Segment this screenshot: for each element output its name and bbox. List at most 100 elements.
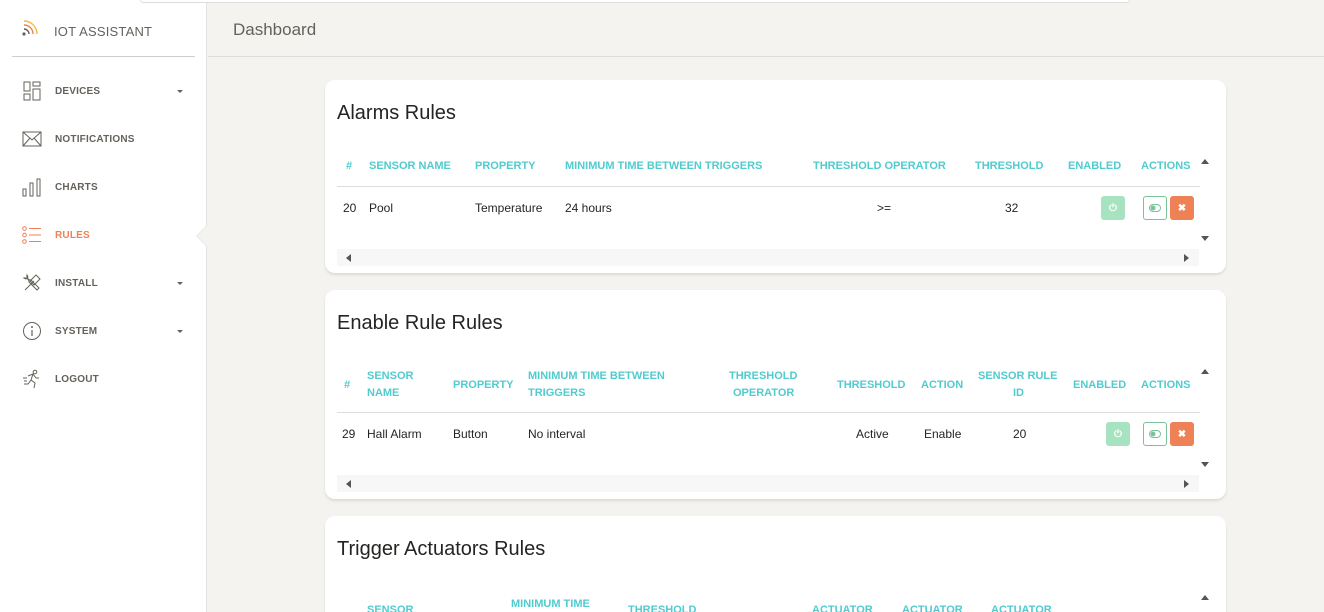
column-header: ACTION <box>921 379 964 391</box>
row-threshold-operator: >= <box>877 201 892 215</box>
card-title: Enable Rule Rules <box>337 312 503 334</box>
column-header: THRESHOLD <box>975 160 1044 172</box>
sidebar-item-label: INSTALL <box>55 277 98 289</box>
column-header: ACTUATOR <box>902 604 963 612</box>
scroll-left-arrow[interactable] <box>346 480 351 488</box>
column-header: ACTUATOR <box>812 604 873 612</box>
row-min-time: 24 hours <box>565 201 612 215</box>
info-icon <box>20 319 44 343</box>
row-id: 29 <box>342 427 356 441</box>
column-header: # <box>346 160 353 172</box>
power-icon: ⏻ <box>1114 428 1122 440</box>
close-icon: ✖ <box>1177 428 1187 440</box>
row-sensor-rule-id: 20 <box>1013 427 1027 441</box>
column-header: THRESHOLD <box>628 604 697 612</box>
column-header: MINIMUM TIME <box>511 598 590 610</box>
envelope-icon <box>20 127 44 151</box>
scroll-right-arrow[interactable] <box>1184 254 1189 262</box>
row-sensor-name: Hall Alarm <box>367 427 422 441</box>
scroll-left-arrow[interactable] <box>346 254 351 262</box>
row-min-time: No interval <box>528 427 586 441</box>
card-title: Alarms Rules <box>337 102 456 124</box>
tools-icon <box>20 271 44 295</box>
sidebar-item-label: CHARTS <box>55 181 98 193</box>
sidebar: IOT ASSISTANT DEVICES NOTIFICATIONS CHAR… <box>0 0 207 612</box>
column-header: THRESHOLD <box>729 370 798 382</box>
row-threshold: 32 <box>1005 201 1019 215</box>
sidebar-item-label: NOTIFICATIONS <box>55 133 135 145</box>
bar-chart-icon <box>20 175 44 199</box>
delete-button[interactable]: ✖ <box>1170 422 1194 446</box>
top-navbar: Dashboard <box>208 0 1324 57</box>
horizontal-scrollbar[interactable] <box>337 475 1199 492</box>
column-header: SENSOR RULE <box>978 370 1058 382</box>
column-header: THRESHOLD <box>837 379 906 391</box>
column-header: ACTUATOR <box>991 604 1052 612</box>
toggle-icon <box>1149 430 1161 438</box>
sidebar-item-label: DEVICES <box>55 85 101 97</box>
scroll-up-arrow[interactable] <box>1201 595 1209 600</box>
power-icon: ⏻ <box>1109 202 1117 214</box>
column-header: SENSOR NAME <box>369 160 451 172</box>
card-title: Trigger Actuators Rules <box>337 538 546 560</box>
top-browser-edge <box>140 0 1130 3</box>
toggle-icon <box>1149 204 1161 212</box>
sidebar-item-system[interactable]: SYSTEM <box>20 316 195 346</box>
enable-rule-rules-card: Enable Rule Rules # SENSOR NAME PROPERTY… <box>325 290 1226 499</box>
sidebar-item-devices[interactable]: DEVICES <box>20 76 195 106</box>
row-id: 20 <box>343 201 357 215</box>
column-header: SENSOR <box>367 370 414 382</box>
column-header: ENABLED <box>1068 160 1122 172</box>
enable-power-button[interactable]: ⏻ <box>1101 196 1125 220</box>
row-threshold: Active <box>856 427 889 441</box>
column-header: TRIGGERS <box>528 387 586 399</box>
column-header: OPERATOR <box>733 387 795 399</box>
row-property: Temperature <box>475 201 543 215</box>
scroll-right-arrow[interactable] <box>1184 480 1189 488</box>
sidebar-item-rules[interactable]: RULES <box>20 220 195 250</box>
app-logo[interactable]: IOT ASSISTANT <box>12 16 195 57</box>
sidebar-item-logout[interactable]: LOGOUT <box>20 364 195 394</box>
chevron-down-icon <box>177 282 183 285</box>
row-sensor-name: Pool <box>369 201 394 215</box>
horizontal-scrollbar[interactable] <box>337 249 1199 266</box>
scroll-up-arrow[interactable] <box>1201 369 1209 374</box>
row-property: Button <box>453 427 488 441</box>
column-header: ENABLED <box>1073 379 1127 391</box>
toggle-button[interactable] <box>1143 422 1167 446</box>
column-header: THRESHOLD OPERATOR <box>813 160 946 172</box>
header-divider <box>337 186 1200 187</box>
column-header: NAME <box>367 387 400 399</box>
active-indicator <box>197 226 207 246</box>
chevron-down-icon <box>177 330 183 333</box>
toggle-button[interactable] <box>1143 196 1167 220</box>
column-header: ID <box>1013 387 1024 399</box>
column-header: SENSOR <box>367 604 414 612</box>
runner-icon <box>20 367 44 391</box>
column-header: PROPERTY <box>475 160 536 172</box>
grid-icon <box>20 79 44 103</box>
alarms-table: # SENSOR NAME PROPERTY MINIMUM TIME BETW… <box>337 156 1200 256</box>
chevron-down-icon <box>177 90 183 93</box>
alarms-rules-card: Alarms Rules # SENSOR NAME PROPERTY MINI… <box>325 80 1226 273</box>
sidebar-item-label: LOGOUT <box>55 373 99 385</box>
scroll-down-arrow[interactable] <box>1201 462 1209 467</box>
scroll-down-arrow[interactable] <box>1201 236 1209 241</box>
enable-rules-table: # SENSOR NAME PROPERTY MINIMUM TIME BETW… <box>337 368 1200 478</box>
close-icon: ✖ <box>1177 202 1187 214</box>
scroll-up-arrow[interactable] <box>1201 159 1209 164</box>
sidebar-item-install[interactable]: INSTALL <box>20 268 195 298</box>
enable-power-button[interactable]: ⏻ <box>1106 422 1130 446</box>
sidebar-item-notifications[interactable]: NOTIFICATIONS <box>20 124 195 154</box>
column-header: MINIMUM TIME BETWEEN TRIGGERS <box>565 160 763 172</box>
column-header: # <box>344 379 351 391</box>
list-icon <box>20 223 44 247</box>
sidebar-item-label: SYSTEM <box>55 325 98 337</box>
page-title: Dashboard <box>233 20 317 39</box>
delete-button[interactable]: ✖ <box>1170 196 1194 220</box>
signal-icon <box>22 20 38 36</box>
sidebar-item-charts[interactable]: CHARTS <box>20 172 195 202</box>
trigger-actuators-rules-card: Trigger Actuators Rules SENSOR MINIMUM T… <box>325 516 1226 612</box>
column-header: MINIMUM TIME BETWEEN <box>528 370 665 382</box>
column-header: ACTIONS <box>1141 379 1191 391</box>
